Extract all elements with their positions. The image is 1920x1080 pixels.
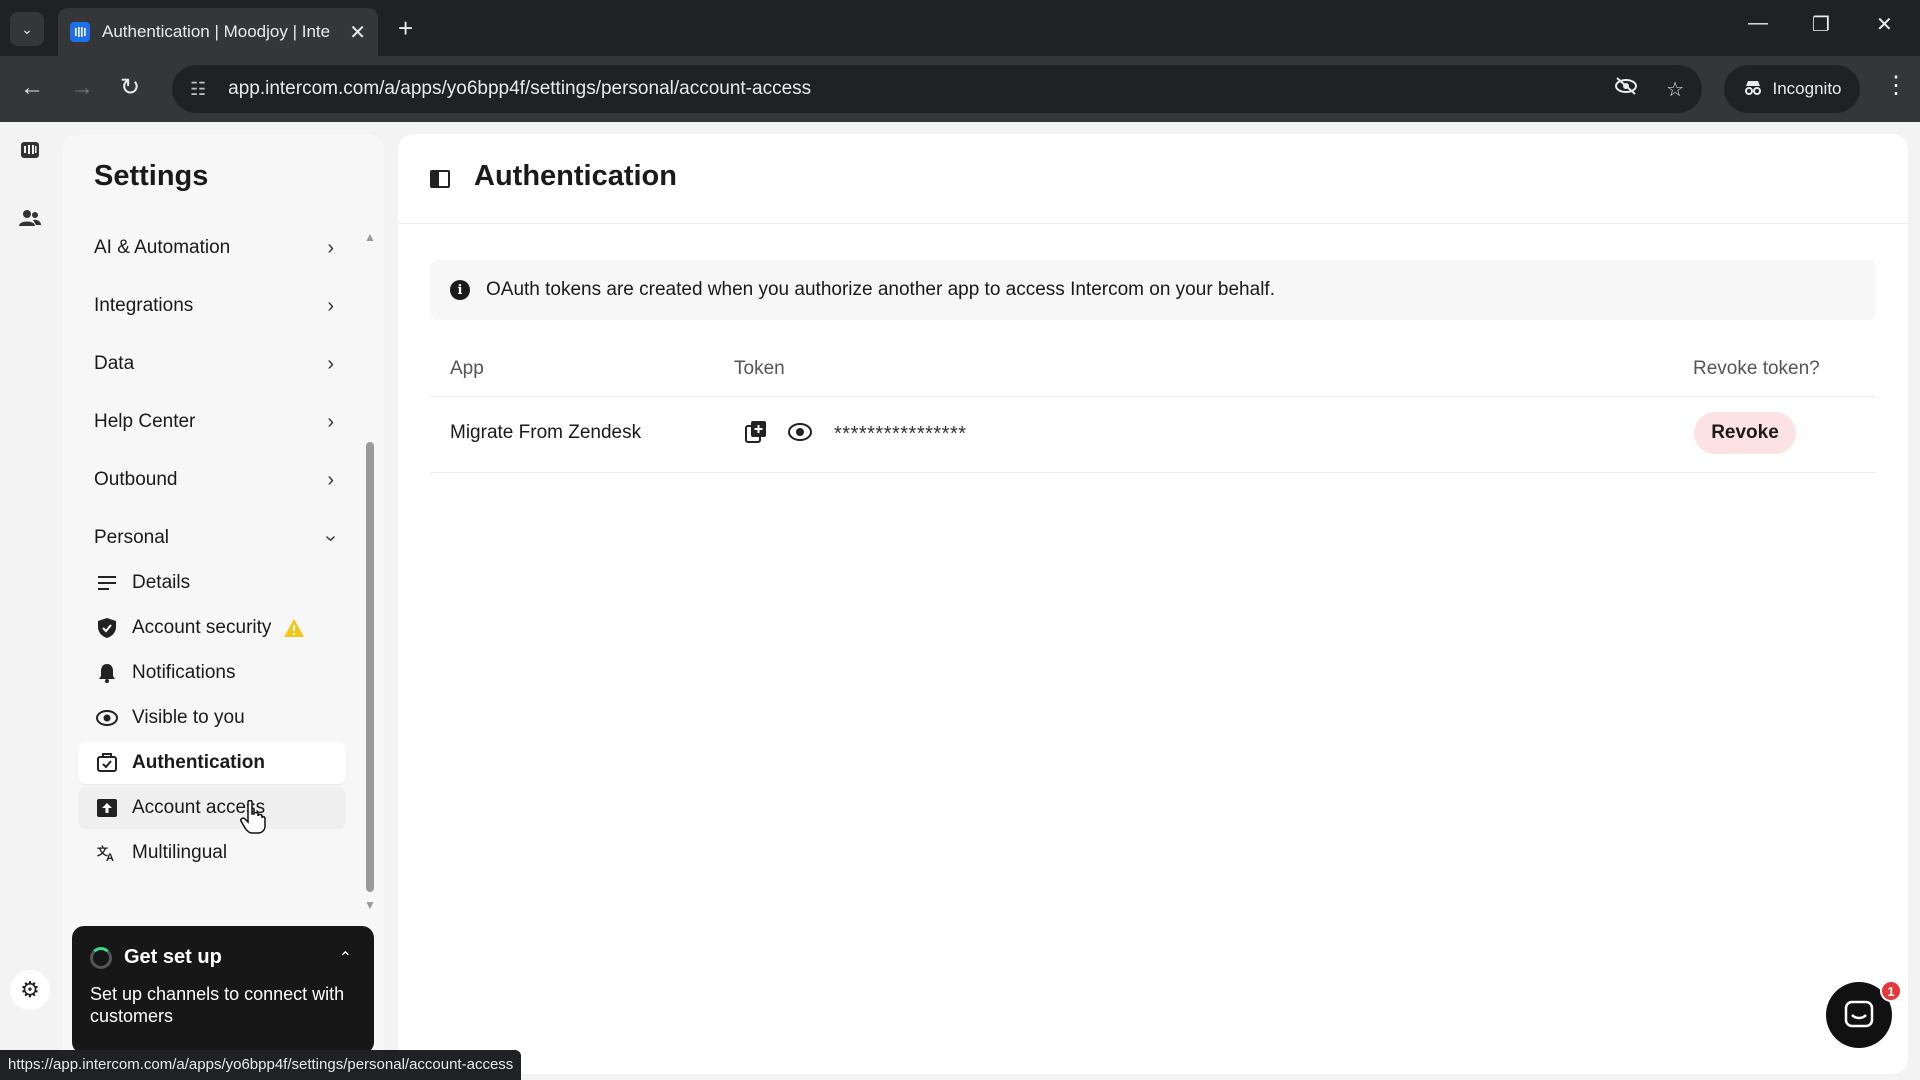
reload-icon[interactable]: ↻ (120, 74, 140, 102)
incognito-icon (1743, 78, 1763, 101)
page-header: Authentication (398, 134, 1908, 224)
info-banner: i OAuth tokens are created when you auth… (430, 260, 1876, 320)
show-token-eye-icon[interactable] (788, 422, 812, 442)
sidebar-item-label: Visible to you (132, 707, 245, 728)
translate-icon: 文A (96, 842, 118, 864)
bell-icon (96, 662, 118, 684)
hand-cursor-icon (240, 800, 266, 834)
page-title: Authentication (474, 160, 677, 192)
warning-icon (284, 619, 305, 637)
sidebar-group-integrations[interactable]: Integrations › (94, 290, 334, 322)
table-divider (430, 396, 1876, 397)
sidebar-group-label: Help Center (94, 411, 196, 432)
sidebar-item-label: Multilingual (132, 842, 228, 863)
sidebar-item-label: Details (132, 572, 191, 593)
sidebar-item-visible-to-you[interactable]: Visible to you (78, 697, 346, 739)
bookmark-star-icon[interactable]: ☆ (1666, 77, 1684, 102)
chevron-down-icon: › (320, 534, 343, 542)
scroll-up-arrow-icon[interactable]: ▲ (364, 230, 376, 244)
sidebar-group-personal[interactable]: Personal › (94, 522, 342, 554)
tab-list-button[interactable]: ⌄ (10, 12, 44, 46)
list-icon (96, 572, 118, 594)
address-bar[interactable]: ☷ app.intercom.com/a/apps/yo6bpp4f/setti… (172, 65, 1702, 113)
browser-tab[interactable]: Authentication | Moodjoy | Inte ✕ (58, 8, 378, 56)
chevron-right-icon: › (327, 294, 334, 317)
sidebar-item-details[interactable]: Details (78, 562, 346, 604)
main-panel: Authentication i OAuth tokens are create… (398, 134, 1908, 1074)
minimize-icon[interactable]: — (1748, 12, 1768, 35)
settings-title: Settings (94, 160, 209, 192)
chat-icon (1844, 1000, 1874, 1028)
get-set-up-title: Get set up (124, 946, 222, 968)
incognito-label: Incognito (1772, 79, 1842, 98)
browser-toolbar: ← → ↻ ☷ app.intercom.com/a/apps/yo6bpp4f… (0, 56, 1920, 122)
token-masked-value: **************** (834, 423, 967, 445)
token-app-name: Migrate From Zendesk (450, 422, 642, 443)
auth-icon (96, 752, 118, 774)
column-header-app: App (450, 358, 484, 379)
sidebar-item-label: Notifications (132, 662, 236, 683)
new-tab-icon[interactable]: + (398, 14, 413, 42)
column-header-token: Token (734, 358, 785, 379)
sidebar-group-label: AI & Automation (94, 237, 231, 258)
sidebar-item-account-security[interactable]: Account security (78, 607, 346, 649)
tracking-protection-icon[interactable] (1614, 76, 1638, 102)
status-bar-url: https://app.intercom.com/a/apps/yo6bpp4f… (0, 1050, 522, 1080)
info-icon: i (450, 280, 470, 300)
eye-icon (96, 707, 118, 729)
tab-title: Authentication | Moodjoy | Inte (102, 22, 331, 41)
sidebar-group-data[interactable]: Data › (94, 348, 334, 380)
inbox-icon[interactable] (18, 138, 42, 162)
sidebar-item-authentication[interactable]: Authentication (78, 742, 346, 784)
chevron-right-icon: › (327, 236, 334, 259)
incognito-indicator[interactable]: Incognito (1724, 65, 1860, 113)
info-text: OAuth tokens are created when you author… (486, 279, 1275, 300)
sidebar-group-label: Integrations (94, 295, 194, 316)
intercom-favicon-icon (70, 22, 90, 42)
sidebar-group-outbound[interactable]: Outbound › (94, 464, 334, 496)
sidebar-group-ai-automation[interactable]: AI & Automation › (94, 232, 334, 264)
restore-icon[interactable]: ❐ (1812, 12, 1830, 37)
progress-spinner-icon (90, 946, 112, 969)
address-url[interactable]: app.intercom.com/a/apps/yo6bpp4f/setting… (228, 78, 1586, 100)
back-icon[interactable]: ← (20, 74, 44, 102)
get-set-up-text: Set up channels to connect with customer… (90, 984, 345, 1026)
browser-tab-bar: ⌄ Authentication | Moodjoy | Inte ✕ + — … (0, 0, 1920, 56)
browser-menu-icon[interactable]: ⋮ (1884, 72, 1908, 100)
chevron-right-icon: › (327, 410, 334, 433)
sidebar-item-multilingual[interactable]: 文A Multilingual (78, 832, 346, 874)
sidebar-item-label: Authentication (132, 752, 265, 773)
settings-gear-icon[interactable]: ⚙ (10, 970, 50, 1010)
notification-badge: 1 (1880, 980, 1902, 1002)
chevron-up-icon[interactable]: ⌃ (339, 948, 352, 968)
app-rail (0, 122, 60, 1080)
sidebar-group-label: Data (94, 353, 135, 374)
site-info-icon[interactable]: ☷ (190, 79, 206, 100)
forward-icon[interactable]: → (70, 74, 94, 102)
sidebar-item-notifications[interactable]: Notifications (78, 652, 346, 694)
account-access-icon (96, 797, 118, 819)
shield-check-icon (96, 617, 118, 639)
sidebar-item-label: Account security (132, 617, 272, 638)
revoke-button[interactable]: Revoke (1694, 412, 1796, 454)
copy-icon[interactable] (744, 420, 768, 444)
chevron-right-icon: › (327, 352, 334, 375)
svg-text:A: A (106, 852, 114, 862)
sidebar-group-label: Outbound (94, 469, 178, 490)
sidebar-item-account-access[interactable]: Account access (78, 787, 346, 829)
tab-close-icon[interactable]: ✕ (349, 20, 366, 45)
sidebar-scrollbar[interactable] (366, 442, 374, 892)
window-close-icon[interactable]: ✕ (1876, 12, 1893, 37)
scroll-down-arrow-icon[interactable]: ▼ (364, 898, 376, 912)
sidebar-group-help-center[interactable]: Help Center › (94, 406, 334, 438)
contacts-icon[interactable] (18, 206, 42, 230)
sidebar-group-label: Personal (94, 527, 169, 548)
column-header-revoke: Revoke token? (1693, 358, 1820, 379)
chevron-right-icon: › (327, 468, 334, 491)
toggle-sidebar-icon[interactable] (430, 170, 450, 188)
table-divider (430, 472, 1876, 473)
get-set-up-card[interactable]: Get set up ⌃ Set up channels to connect … (72, 926, 374, 1054)
